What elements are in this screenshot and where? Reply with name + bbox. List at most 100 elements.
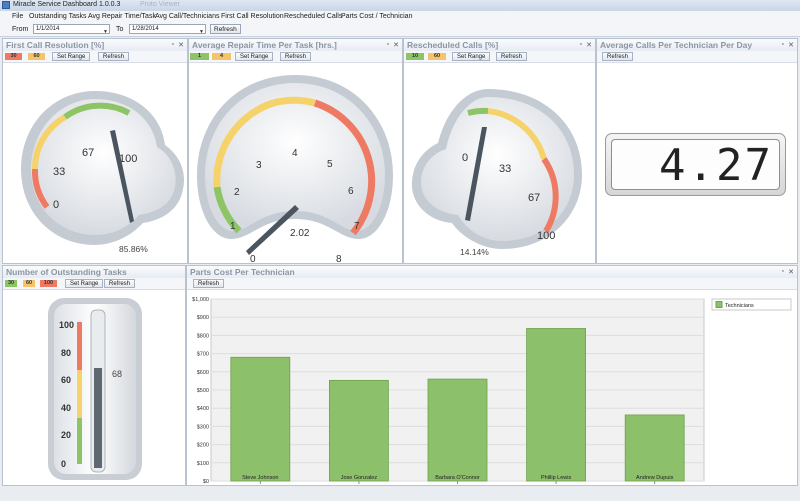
red-threshold-chip: 100 (40, 280, 57, 287)
refresh-button[interactable]: Refresh (193, 279, 225, 288)
menu-avg-repair-time[interactable]: Avg Repair Time/Task (88, 13, 156, 20)
red-threshold-chip: 30 (5, 53, 22, 60)
scale-label: 0 (250, 254, 256, 263)
scale-label: 0 (61, 459, 66, 469)
chevron-down-icon[interactable]: ▼ (199, 28, 204, 37)
set-range-button[interactable]: Set Range (235, 52, 274, 61)
green-threshold-chip: 30 (5, 280, 17, 287)
scale-label: 67 (528, 192, 540, 204)
scale-label: 3 (256, 160, 262, 171)
to-date-value: 1/28/2014 (132, 26, 159, 32)
scale-label: 5 (327, 159, 333, 170)
chevron-down-icon[interactable]: ▼ (103, 28, 108, 37)
scale-label: 0 (462, 152, 468, 164)
panel-title: Rescheduled Calls [%] (407, 40, 499, 50)
legend-swatch (715, 301, 723, 308)
x-tick-label: Andrew Dupuis (636, 475, 674, 481)
scale-label: 60 (61, 375, 71, 385)
menu-avg-call-technicians[interactable]: Avg Call/Technicians (155, 13, 219, 20)
bar (230, 356, 291, 482)
y-tick-label: $300 (197, 424, 209, 430)
x-tick-label: Steve Johnson (242, 475, 278, 481)
refresh-button[interactable]: Refresh (280, 52, 312, 61)
to-date-input[interactable]: 1/28/2014 ▼ (129, 24, 206, 37)
set-range-button[interactable]: Set Range (65, 279, 104, 288)
x-tick-label: Phillip Lewis (541, 475, 572, 481)
menu-file[interactable]: File (12, 13, 23, 20)
rescheduled-gauge: 0 33 67 100 14.14% (411, 89, 582, 257)
close-icon[interactable]: ✕ (178, 41, 184, 49)
panel-toolbar: 30 60 Set Range Refresh (3, 51, 187, 63)
x-tick-label: Barbara O'Connor (435, 475, 480, 481)
scale-label: 80 (61, 348, 71, 358)
green-threshold-chip: 10 (406, 53, 424, 60)
bar (526, 328, 587, 482)
yellow-threshold-chip: 60 (28, 53, 45, 60)
refresh-button[interactable]: Refresh (98, 52, 130, 61)
scale-label: 100 (537, 230, 555, 242)
close-icon[interactable]: ✕ (788, 41, 794, 49)
panel-title: Parts Cost Per Technician (190, 267, 295, 277)
menu-parts-cost[interactable]: Parts Cost / Technician (341, 13, 412, 20)
panel-title: Average Repair Time Per Task [hrs.] (192, 40, 337, 50)
app-title: Miracle Service Dashboard 1.0.0.3 (13, 1, 121, 8)
menu-outstanding-tasks[interactable]: Outstanding Tasks (29, 13, 86, 20)
refresh-button[interactable]: Refresh (496, 52, 528, 61)
panel-title: First Call Resolution [%] (6, 40, 105, 50)
parts-cost-chart: $0 $100 $200 $300 $400 $500 $600 $700 $800 $900 $1… (192, 297, 792, 485)
first-call-resolution-panel: First Call Resolution [%] ▫ ✕ 30 60 Set … (2, 38, 188, 264)
gauge-value-text: 2.02 (290, 228, 310, 239)
date-toolbar: From 1/1/2014 ▼ To 1/28/2014 ▼ Refresh (0, 23, 800, 37)
digital-display: 4.27 (605, 133, 786, 196)
set-range-button[interactable]: Set Range (452, 52, 491, 61)
rescheduled-calls-panel: Rescheduled Calls [%] ▫ ✕ 10 60 Set Rang… (403, 38, 596, 264)
close-icon[interactable]: ✕ (393, 41, 399, 49)
avg-repair-time-panel: Average Repair Time Per Task [hrs.] ▫ ✕ … (188, 38, 403, 264)
scale-label: 8 (336, 254, 342, 263)
bar (328, 379, 389, 482)
y-tick-label: $100 (197, 461, 209, 467)
scale-label: 6 (348, 186, 354, 197)
panel-toolbar: 10 60 Set Range Refresh (404, 51, 595, 63)
gauge-value-text: 14.14% (460, 247, 489, 257)
restore-icon[interactable]: ▫ (782, 268, 784, 275)
restore-icon[interactable]: ▫ (580, 41, 582, 48)
menu-first-call-resolution[interactable]: First Call Resolution (221, 13, 284, 20)
x-tick-label: Jose Gonzalez (341, 475, 378, 481)
from-date-input[interactable]: 1/1/2014 ▼ (33, 24, 110, 37)
green-threshold-chip: 1 (190, 53, 209, 60)
y-tick-label: $700 (197, 352, 209, 358)
restore-icon[interactable]: ▫ (782, 41, 784, 48)
restore-icon[interactable]: ▫ (172, 41, 174, 48)
scale-label: 20 (61, 430, 71, 440)
scale-label: 33 (53, 166, 65, 178)
outstanding-thermometer: 0 20 40 60 80 100 68 (48, 298, 142, 480)
panel-title: Average Calls Per Technician Per Day (600, 40, 753, 50)
bar (624, 414, 685, 482)
menu-rescheduled-calls[interactable]: Rescheduled Calls (284, 13, 342, 20)
refresh-button[interactable]: Refresh (104, 279, 136, 288)
to-label: To (116, 26, 124, 33)
gauge-value-text: 85.86% (119, 244, 148, 254)
panel-toolbar: Refresh (187, 278, 797, 290)
set-range-button[interactable]: Set Range (52, 52, 91, 61)
close-icon[interactable]: ✕ (586, 41, 592, 49)
y-tick-label: $600 (197, 370, 209, 376)
scale-label: 33 (499, 163, 511, 175)
y-tick-label: $200 (197, 443, 209, 449)
from-label: From (12, 26, 29, 33)
close-icon[interactable]: ✕ (788, 268, 794, 276)
y-tick-label: $800 (197, 333, 209, 339)
outstanding-tasks-panel: Number of Outstanding Tasks 30 60 100 Se… (2, 265, 186, 486)
refresh-button[interactable]: Refresh (210, 24, 241, 34)
app-subtitle: Proto Viewer (140, 1, 180, 8)
thermometer-value-text: 68 (112, 369, 122, 379)
refresh-button[interactable]: Refresh (602, 52, 634, 61)
yellow-threshold-chip: 60 (428, 53, 446, 60)
panel-toolbar: 30 60 100 Set Range Refresh (3, 278, 185, 290)
from-date-value: 1/1/2014 (36, 26, 60, 32)
restore-icon[interactable]: ▫ (387, 41, 389, 48)
panel-toolbar: Refresh (597, 51, 797, 63)
status-bar (0, 486, 800, 501)
yellow-threshold-chip: 60 (23, 280, 35, 287)
